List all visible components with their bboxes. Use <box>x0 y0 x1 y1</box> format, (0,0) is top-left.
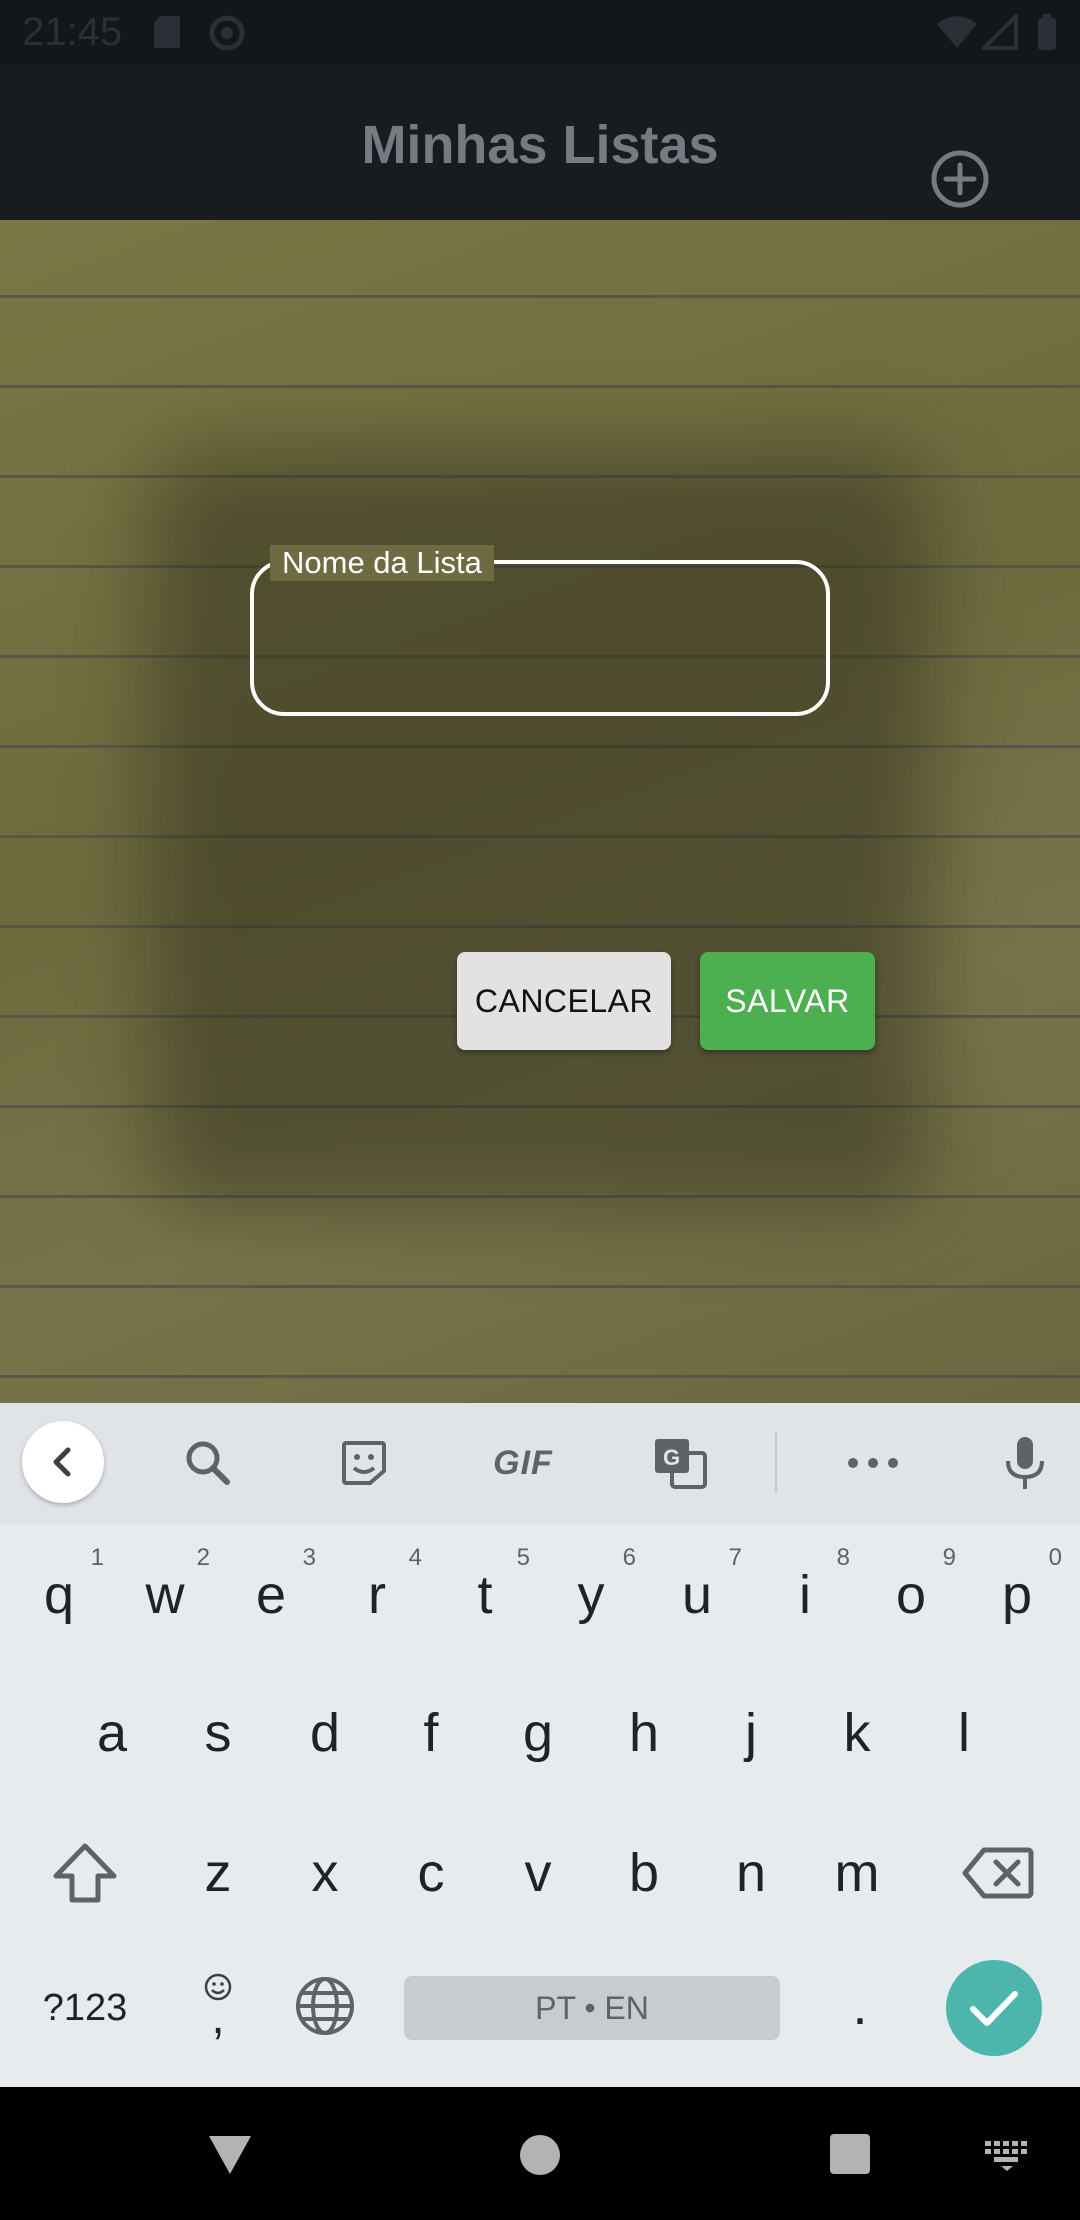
sd-card-icon <box>152 14 182 55</box>
key-d[interactable]: d <box>280 1678 370 1788</box>
key-k[interactable]: k <box>812 1678 902 1788</box>
signal-icon <box>979 11 1018 55</box>
key-z[interactable]: z <box>173 1818 263 1928</box>
navigation-bar <box>0 2087 1080 2220</box>
nav-recents-button[interactable] <box>829 2133 871 2180</box>
keyboard-voice-button[interactable] <box>985 1423 1065 1503</box>
svg-text:G: G <box>663 1445 680 1470</box>
nav-keyboard-switch-button[interactable] <box>983 2139 1031 2176</box>
status-bar: 21:45 <box>0 0 1080 64</box>
key-w[interactable]: w2 <box>120 1540 211 1650</box>
nav-back-button[interactable] <box>205 2132 255 2181</box>
key-x[interactable]: x <box>280 1818 370 1928</box>
notebook-line <box>0 1285 1080 1288</box>
space-key[interactable]: PT • EN <box>404 1976 780 2040</box>
shift-icon <box>53 1843 117 1903</box>
sticker-icon <box>342 1441 386 1485</box>
status-time: 21:45 <box>22 10 123 54</box>
gif-icon: GIF <box>493 1443 553 1482</box>
key-t[interactable]: t5 <box>440 1540 530 1650</box>
sync-icon <box>208 14 246 57</box>
key-e[interactable]: e3 <box>226 1540 316 1650</box>
key-j[interactable]: j <box>706 1678 796 1788</box>
comma-label: , <box>211 1991 225 2044</box>
key-l[interactable]: l <box>919 1678 1009 1788</box>
enter-key[interactable] <box>946 1960 1042 2056</box>
soft-keyboard: GIF G q1 w2 e3 r4 t5 y 6 u 7 i 8 o 9 p 0… <box>0 1403 1080 2087</box>
symbols-key[interactable]: ?123 <box>20 1963 150 2053</box>
key-m[interactable]: m <box>812 1818 902 1928</box>
keyboard-back-button[interactable] <box>22 1421 104 1503</box>
recents-square-icon <box>830 2134 870 2174</box>
key-b[interactable]: b <box>599 1818 689 1928</box>
key-y[interactable]: y6 <box>546 1540 637 1650</box>
backspace-key[interactable] <box>948 1818 1048 1928</box>
microphone-icon <box>1006 1437 1044 1489</box>
key-i[interactable]: i8 <box>760 1540 850 1650</box>
shift-key[interactable] <box>40 1818 130 1928</box>
key-q[interactable]: q1 <box>14 1540 104 1650</box>
keyboard-translate-button[interactable]: G <box>640 1423 720 1503</box>
keyboard-icon <box>985 2141 1027 2171</box>
backspace-icon <box>962 1847 1034 1899</box>
keyboard-more-button[interactable] <box>833 1423 913 1503</box>
lists-background: Nome da Lista CANCELAR SALVAR <box>0 220 1080 1403</box>
battery-icon <box>1036 14 1058 57</box>
translate-icon: G <box>655 1439 707 1489</box>
comma-key[interactable]: , <box>173 1951 263 2061</box>
key-g[interactable]: g <box>493 1678 583 1788</box>
list-name-input[interactable] <box>270 600 814 692</box>
cancel-button[interactable]: CANCELAR <box>457 952 671 1050</box>
key-n[interactable]: n <box>706 1818 796 1928</box>
add-list-button[interactable] <box>928 147 992 211</box>
keyboard-toolbar: GIF G <box>0 1403 1080 1523</box>
key-c[interactable]: c <box>386 1818 476 1928</box>
period-key[interactable]: . <box>815 1951 905 2061</box>
keyboard-gif-button[interactable]: GIF <box>478 1423 568 1503</box>
nav-home-button[interactable] <box>518 2133 562 2182</box>
key-u[interactable]: u7 <box>652 1540 742 1650</box>
notebook-line <box>0 385 1080 388</box>
home-circle-icon <box>520 2135 560 2175</box>
list-name-label: Nome da Lista <box>270 545 494 581</box>
globe-icon <box>296 1977 354 2035</box>
wifi-icon <box>935 14 979 55</box>
key-o[interactable]: o9 <box>866 1540 956 1650</box>
language-key[interactable] <box>280 1951 370 2061</box>
check-icon <box>970 1991 1018 2026</box>
page-title: Minhas Listas <box>361 115 719 175</box>
key-h[interactable]: h <box>599 1678 689 1788</box>
key-s[interactable]: s <box>173 1678 263 1788</box>
keyboard-search-button[interactable] <box>168 1423 248 1503</box>
more-horiz-icon <box>848 1458 898 1468</box>
key-r[interactable]: r4 <box>332 1540 422 1650</box>
key-v[interactable]: v <box>493 1818 583 1928</box>
key-a[interactable]: a <box>67 1678 157 1788</box>
chevron-left-icon <box>53 1447 71 1477</box>
keyboard-sticker-button[interactable] <box>324 1423 404 1503</box>
notebook-line <box>0 1375 1080 1378</box>
key-p[interactable]: p0 <box>972 1540 1062 1650</box>
toolbar-divider <box>775 1431 777 1493</box>
add-circle-icon <box>931 150 989 208</box>
back-triangle-icon <box>209 2136 251 2174</box>
save-button[interactable]: SALVAR <box>700 952 875 1050</box>
notebook-line <box>0 295 1080 298</box>
key-f[interactable]: f <box>386 1678 476 1788</box>
app-bar: Minhas Listas <box>0 64 1080 220</box>
search-icon <box>186 1441 230 1485</box>
